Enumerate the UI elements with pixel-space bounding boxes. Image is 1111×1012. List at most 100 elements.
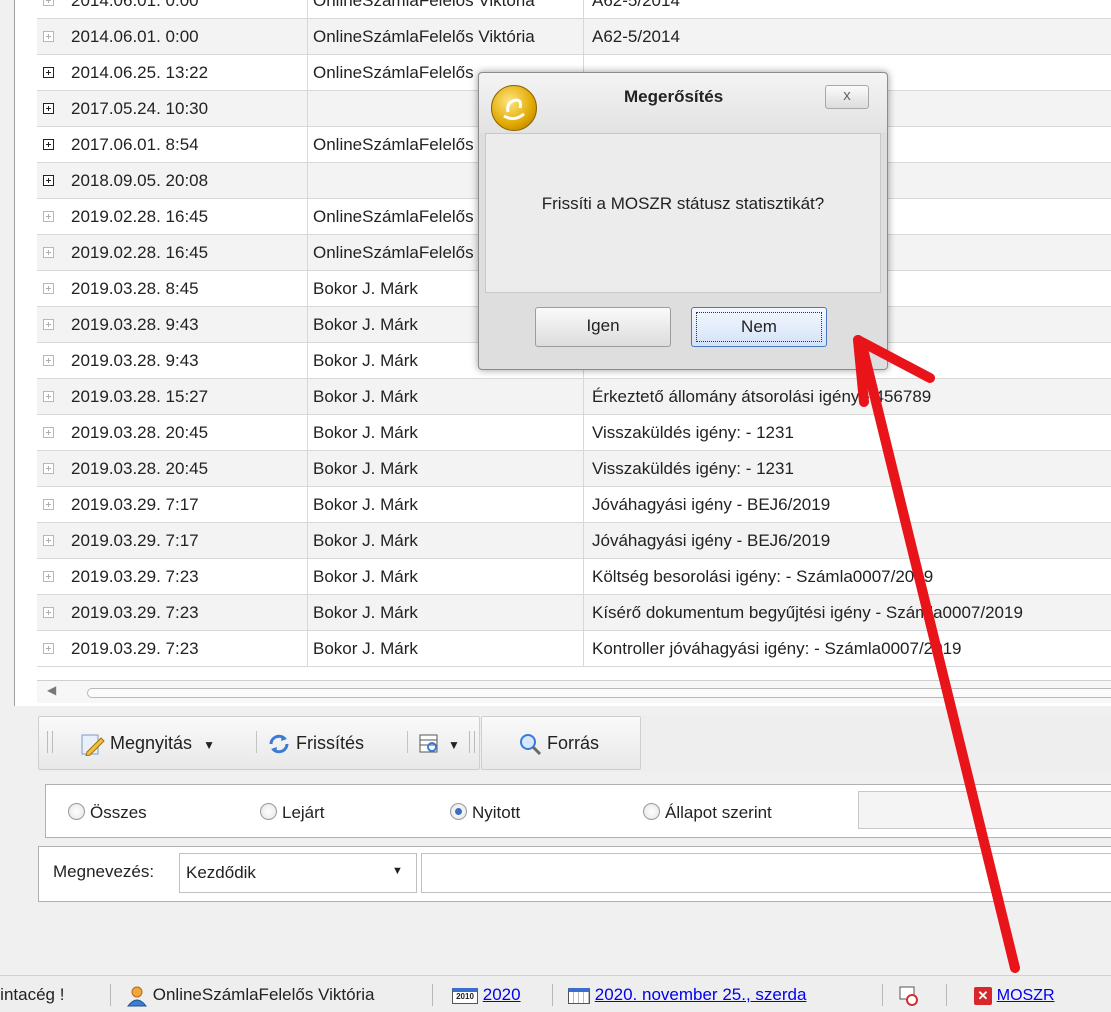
clock-calendar-icon[interactable] <box>898 984 920 1006</box>
status-separator <box>552 984 553 1006</box>
expand-plus-icon[interactable] <box>43 0 54 6</box>
toolbar-grip[interactable] <box>469 731 475 753</box>
expand-plus-icon[interactable] <box>43 247 54 258</box>
row-expander[interactable] <box>37 595 65 630</box>
grid-view-icon <box>419 734 438 753</box>
toolbar: Megnyitás ▼ Frissítés ▼ Forrás <box>38 716 1111 772</box>
table-row[interactable]: 2019.03.28. 15:27 Bokor J. Márk Érkeztető … <box>37 379 1111 415</box>
radio-circle[interactable] <box>643 803 660 821</box>
refresh-button[interactable]: Frissítés <box>267 731 364 755</box>
chevron-down-icon[interactable]: ▼ <box>448 738 460 752</box>
row-expander[interactable] <box>37 235 65 270</box>
state-select[interactable] <box>858 791 1111 829</box>
horizontal-scrollbar[interactable]: ◀ <box>37 680 1111 703</box>
scrollbar-thumb[interactable] <box>87 688 1111 698</box>
expand-plus-icon[interactable] <box>43 535 54 546</box>
current-user[interactable]: OnlineSzámlaFelelős Viktória <box>126 984 374 1007</box>
user-cell: OnlineSzámlaFelelős Viktória <box>307 19 584 54</box>
expand-plus-icon[interactable] <box>43 31 54 42</box>
radio-all-label: Összes <box>90 803 147 822</box>
expand-plus-icon[interactable] <box>43 67 54 78</box>
row-expander[interactable] <box>37 343 65 378</box>
no-button[interactable]: Nem <box>691 307 827 347</box>
user-cell: Bokor J. Márk <box>307 559 584 594</box>
table-row[interactable]: 2019.03.29. 7:17 Bokor J. Márk Jóváhagyási… <box>37 487 1111 523</box>
row-expander[interactable] <box>37 379 65 414</box>
year-selector[interactable]: 2010 2020 <box>452 984 521 1006</box>
calendar-year-icon: 2010 <box>452 987 478 1004</box>
expand-plus-icon[interactable] <box>43 391 54 402</box>
moszr-link[interactable]: MOSZR <box>997 987 1055 1004</box>
radio-circle-selected[interactable] <box>450 803 467 821</box>
row-expander[interactable] <box>37 91 65 126</box>
table-row[interactable]: 2019.03.29. 7:17 Bokor J. Márk Jóváhagyási… <box>37 523 1111 559</box>
radio-all[interactable]: Összes <box>68 801 147 825</box>
expand-plus-icon[interactable] <box>43 607 54 618</box>
user-cell: Bokor J. Márk <box>307 379 584 414</box>
chevron-down-icon[interactable]: ▼ <box>392 865 403 877</box>
date-selector[interactable]: 2020. november 25., szerda <box>568 984 806 1006</box>
user-cell: Bokor J. Márk <box>307 451 584 486</box>
table-row[interactable]: 2019.03.29. 7:23 Bokor J. Márk Kísérő doku… <box>37 595 1111 631</box>
radio-open-label: Nyitott <box>472 803 521 822</box>
date-cell: 2017.05.24. 10:30 <box>65 91 308 126</box>
expand-plus-icon[interactable] <box>43 175 54 186</box>
row-expander[interactable] <box>37 451 65 486</box>
match-mode-select[interactable]: Kezdődik ▼ <box>179 853 417 893</box>
match-mode-value: Kezdődik <box>186 863 256 882</box>
expand-plus-icon[interactable] <box>43 427 54 438</box>
table-row[interactable]: 2014.06.01. 0:00 OnlineSzámlaFelelős Vikt… <box>37 19 1111 55</box>
expand-plus-icon[interactable] <box>43 103 54 114</box>
status-separator <box>432 984 433 1006</box>
expand-plus-icon[interactable] <box>43 283 54 294</box>
radio-circle[interactable] <box>68 803 85 821</box>
table-row[interactable]: 2019.03.28. 20:45 Bokor J. Márk Visszaküld… <box>37 451 1111 487</box>
row-expander[interactable] <box>37 271 65 306</box>
row-expander[interactable] <box>37 0 65 18</box>
open-button[interactable]: Megnyitás ▼ <box>79 731 215 757</box>
source-button[interactable]: Forrás <box>518 731 599 756</box>
moszr-status[interactable]: ✕ MOSZR <box>974 984 1055 1006</box>
row-expander[interactable] <box>37 559 65 594</box>
dialog-close-button[interactable]: x <box>825 85 869 109</box>
row-expander[interactable] <box>37 163 65 198</box>
row-expander[interactable] <box>37 55 65 90</box>
row-expander[interactable] <box>37 199 65 234</box>
chevron-down-icon[interactable]: ▼ <box>203 738 215 752</box>
radio-circle[interactable] <box>260 803 277 821</box>
name-filter-input[interactable] <box>421 853 1111 893</box>
expand-plus-icon[interactable] <box>43 211 54 222</box>
expand-plus-icon[interactable] <box>43 643 54 654</box>
expand-plus-icon[interactable] <box>43 355 54 366</box>
year-link[interactable]: 2020 <box>483 985 521 1004</box>
date-link[interactable]: 2020. november 25., szerda <box>595 985 807 1004</box>
row-expander[interactable] <box>37 415 65 450</box>
row-expander[interactable] <box>37 307 65 342</box>
expand-plus-icon[interactable] <box>43 499 54 510</box>
table-row[interactable]: 2019.03.28. 20:45 Bokor J. Márk Visszaküld… <box>37 415 1111 451</box>
scroll-left-icon[interactable]: ◀ <box>47 683 56 697</box>
row-expander[interactable] <box>37 127 65 162</box>
radio-expired[interactable]: Lejárt <box>260 801 325 825</box>
toolbar-grip[interactable] <box>47 731 53 753</box>
table-row[interactable]: 2014.06.01. 0:00 OnlineSzámlaFelelős Vikt… <box>37 0 1111 19</box>
table-row[interactable]: 2019.03.29. 7:23 Bokor J. Márk Kontroller … <box>37 631 1111 667</box>
row-expander[interactable] <box>37 19 65 54</box>
table-row[interactable]: 2019.03.29. 7:23 Bokor J. Márk Költség bes… <box>37 559 1111 595</box>
row-expander[interactable] <box>37 631 65 666</box>
radio-open[interactable]: Nyitott <box>450 801 520 825</box>
expand-plus-icon[interactable] <box>43 319 54 330</box>
dialog-title-bar[interactable]: Megerősítés x <box>479 73 887 133</box>
view-options-button[interactable]: ▼ <box>417 731 460 755</box>
expand-plus-icon[interactable] <box>43 571 54 582</box>
user-icon <box>126 986 148 1007</box>
toolbar-group-source: Forrás <box>481 716 641 770</box>
name-filter-panel: Megnevezés: Kezdődik ▼ <box>38 846 1111 902</box>
radio-by-state[interactable]: Állapot szerint <box>643 801 772 825</box>
row-expander[interactable] <box>37 487 65 522</box>
row-expander[interactable] <box>37 523 65 558</box>
yes-button[interactable]: Igen <box>535 307 671 347</box>
expand-plus-icon[interactable] <box>43 463 54 474</box>
expand-plus-icon[interactable] <box>43 139 54 150</box>
toolbar-group-main: Megnyitás ▼ Frissítés ▼ <box>38 716 480 770</box>
